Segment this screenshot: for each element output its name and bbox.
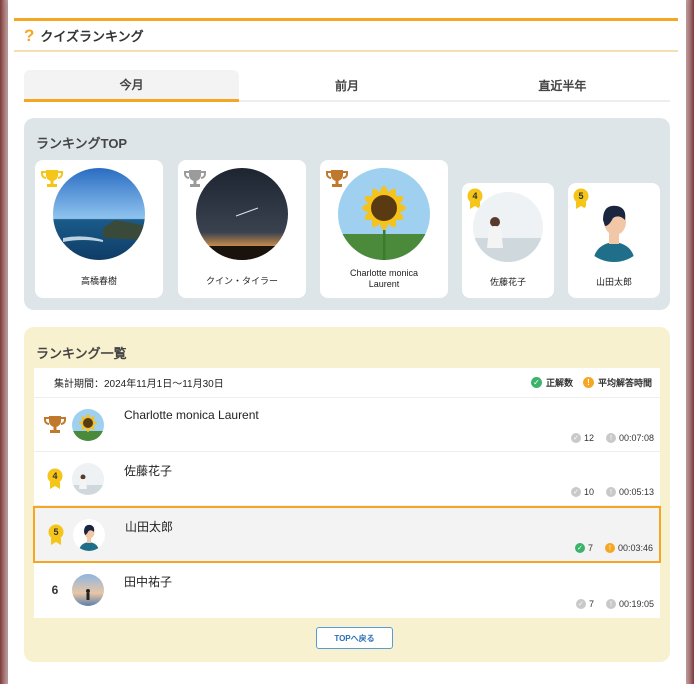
check-icon: ✓ <box>575 599 586 609</box>
avatar <box>72 409 104 441</box>
legend-time: ! 平均解答時間 <box>582 376 652 389</box>
clock-icon: ! <box>605 433 616 443</box>
avatar <box>196 168 288 260</box>
row-name: 田中祐子 <box>124 575 173 589</box>
check-icon: ✓ <box>570 487 581 497</box>
tab-last-half-year[interactable]: 直近半年 <box>455 70 670 100</box>
row-correct: ✓ 10 <box>570 487 594 497</box>
check-icon: ✓ <box>574 543 585 553</box>
question-icon: ? <box>24 25 35 45</box>
row-correct: ✓ 7 <box>574 543 593 553</box>
app-frame: ? クイズランキング 今月 前月 直近半年 ランキングTOP 高橋春樹 クイン・… <box>8 0 686 684</box>
row-time: ! 00:03:46 <box>604 543 653 553</box>
row-name: 佐藤花子 <box>124 464 173 478</box>
top-card-4[interactable]: 4 佐藤花子 <box>462 183 554 298</box>
period-row: 集計期間：2024年11月1日〜11月30日 ✓ 正解数 ! 平均解答時間 <box>34 368 660 398</box>
top-card-2[interactable]: クイン・タイラー <box>178 160 306 298</box>
page-title: クイズランキング <box>40 29 144 44</box>
legend: ✓ 正解数 ! 平均解答時間 <box>530 376 652 389</box>
back-to-top-button[interactable]: TOPへ戻る <box>316 627 393 649</box>
row-name: 山田太郎 <box>125 520 174 534</box>
rank-number-text: 6 <box>51 583 59 597</box>
table-row-current-user[interactable]: 5 山田太郎 ✓ 7 ! 00:03:46 <box>33 506 661 563</box>
bronze-trophy-icon <box>42 412 68 438</box>
row-time-value: 00:07:08 <box>618 433 654 443</box>
row-time-value: 00:03:46 <box>617 543 653 553</box>
legend-correct: ✓ 正解数 <box>530 376 573 389</box>
row-correct-value: 7 <box>588 599 594 609</box>
row-time-value: 00:05:13 <box>618 487 654 497</box>
top-card-name: 佐藤花子 <box>489 277 526 287</box>
legend-correct-label: 正解数 <box>545 378 573 388</box>
top-card-name: 高橋春樹 <box>80 276 117 286</box>
row-stats: ✓ 7 ! 00:03:46 <box>574 543 653 553</box>
row-correct: ✓ 12 <box>570 433 594 443</box>
avatar <box>72 463 104 495</box>
check-icon: ✓ <box>530 377 542 388</box>
top-card-5[interactable]: 5 山田太郎 <box>568 183 660 298</box>
row-correct-value: 12 <box>583 433 594 443</box>
table-row[interactable]: 4 佐藤花子 ✓ 10 ! 00:05:13 <box>34 452 660 506</box>
avatar <box>473 192 543 262</box>
row-time: ! 00:19:05 <box>605 599 654 609</box>
avatar <box>338 168 430 260</box>
ranking-list: 集計期間：2024年11月1日〜11月30日 ✓ 正解数 ! 平均解答時間 Ch… <box>33 368 661 618</box>
period-tabs: 今月 前月 直近半年 <box>24 70 670 102</box>
medal-number: 4 <box>52 471 57 481</box>
table-row[interactable]: 6 田中祐子 ✓ 7 ! 00:19:05 <box>34 563 660 617</box>
medal-number: 5 <box>578 191 583 201</box>
rank-4-medal-icon: 4 <box>42 466 68 492</box>
ranking-list-panel: ランキング一覧 集計期間：2024年11月1日〜11月30日 ✓ 正解数 ! 平… <box>24 327 670 662</box>
avatar <box>579 192 649 262</box>
row-correct-value: 7 <box>587 543 593 553</box>
row-time-value: 00:19:05 <box>618 599 654 609</box>
row-stats: ✓ 12 ! 00:07:08 <box>570 433 654 443</box>
top-card-name: Charlotte monica Laurent <box>349 268 419 289</box>
row-name: Charlotte monica Laurent <box>124 408 259 422</box>
row-correct: ✓ 7 <box>575 599 594 609</box>
rank-number: 6 <box>42 577 68 603</box>
rank-5-medal-icon: 5 <box>43 522 69 548</box>
legend-time-label: 平均解答時間 <box>597 378 652 388</box>
table-row[interactable]: Charlotte monica Laurent ✓ 12 ! 00:07:08 <box>34 398 660 452</box>
medal-number: 5 <box>53 527 58 537</box>
top-card-1[interactable]: 高橋春樹 <box>35 160 163 298</box>
medal-number: 4 <box>472 191 477 201</box>
row-time: ! 00:07:08 <box>605 433 654 443</box>
clock-icon: ! <box>605 487 616 497</box>
clock-icon: ! <box>605 599 616 609</box>
top-card-name: 山田太郎 <box>595 277 632 287</box>
clock-icon: ! <box>582 377 594 388</box>
row-stats: ✓ 7 ! 00:19:05 <box>575 599 654 609</box>
period-text: 集計期間：2024年11月1日〜11月30日 <box>54 379 224 390</box>
top-card-3[interactable]: Charlotte monica Laurent <box>320 160 448 298</box>
tab-last-month[interactable]: 前月 <box>239 70 454 100</box>
tab-this-month[interactable]: 今月 <box>24 70 240 102</box>
avatar <box>72 574 104 606</box>
row-stats: ✓ 10 ! 00:05:13 <box>570 487 654 497</box>
ranking-top-title: ランキングTOP <box>36 136 128 151</box>
row-time: ! 00:05:13 <box>605 487 654 497</box>
avatar <box>53 168 145 260</box>
page-header: ? クイズランキング <box>14 18 678 52</box>
clock-icon: ! <box>604 543 615 553</box>
ranking-top-panel: ランキングTOP 高橋春樹 クイン・タイラー Charlotte monica … <box>24 118 670 310</box>
row-correct-value: 10 <box>583 487 594 497</box>
ranking-list-title: ランキング一覧 <box>36 346 127 361</box>
avatar <box>73 519 105 551</box>
top-card-name: クイン・タイラー <box>205 276 278 286</box>
check-icon: ✓ <box>570 433 581 443</box>
